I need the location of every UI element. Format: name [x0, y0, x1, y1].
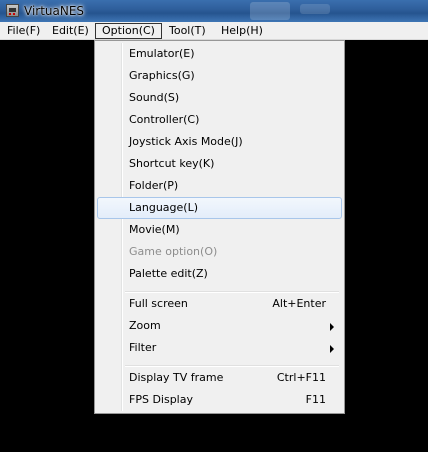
menu-item-full-screen[interactable]: Full screen Alt+Enter	[97, 293, 342, 315]
menu-item-label: Palette edit(Z)	[129, 267, 208, 280]
menu-item-label: Controller(C)	[129, 113, 200, 126]
menu-item-label: FPS Display	[129, 393, 193, 406]
menu-item-label: Display TV frame	[129, 371, 224, 384]
menu-item-shortcut: F11	[305, 393, 326, 406]
menu-item-game-option: Game option(O)	[97, 241, 342, 263]
title-bar[interactable]: VirtuaNES	[0, 0, 428, 22]
menu-file[interactable]: File(F)	[1, 23, 46, 39]
menu-item-label: Graphics(G)	[129, 69, 195, 82]
menu-item-controller[interactable]: Controller(C)	[97, 109, 342, 131]
menu-item-filter[interactable]: Filter	[97, 337, 342, 359]
menu-item-sound[interactable]: Sound(S)	[97, 87, 342, 109]
menu-item-display-tv-frame[interactable]: Display TV frame Ctrl+F11	[97, 367, 342, 389]
menu-edit[interactable]: Edit(E)	[46, 23, 95, 39]
menu-item-shortcut-key[interactable]: Shortcut key(K)	[97, 153, 342, 175]
menu-item-folder[interactable]: Folder(P)	[97, 175, 342, 197]
menu-item-label: Folder(P)	[129, 179, 179, 192]
menu-item-shortcut: Ctrl+F11	[276, 371, 326, 384]
menu-item-emulator[interactable]: Emulator(E)	[97, 43, 342, 65]
window-title: VirtuaNES	[24, 4, 85, 18]
option-dropdown-menu: Emulator(E) Graphics(G) Sound(S) Control…	[94, 40, 345, 414]
menu-item-label: Full screen	[129, 297, 188, 310]
menu-item-label: Zoom	[129, 319, 161, 332]
menu-item-label: Language(L)	[129, 201, 198, 214]
menu-option[interactable]: Option(C)	[95, 23, 162, 39]
menu-item-label: Movie(M)	[129, 223, 180, 236]
menu-item-label: Game option(O)	[129, 245, 218, 258]
menu-help[interactable]: Help(H)	[215, 23, 269, 39]
menu-tool[interactable]: Tool(T)	[163, 23, 212, 39]
menu-item-shortcut: Alt+Enter	[272, 297, 326, 310]
menu-item-fps-display[interactable]: FPS Display F11	[97, 389, 342, 411]
title-bar-glare	[250, 2, 290, 20]
menu-item-label: Sound(S)	[129, 91, 180, 104]
menu-item-label: Shortcut key(K)	[129, 157, 215, 170]
menu-item-zoom[interactable]: Zoom	[97, 315, 342, 337]
menu-item-palette-edit[interactable]: Palette edit(Z)	[97, 263, 342, 285]
submenu-arrow-icon	[330, 345, 334, 353]
menu-bar: File(F) Edit(E) Option(C) Tool(T) Help(H…	[0, 22, 428, 40]
menu-item-language[interactable]: Language(L)	[97, 197, 342, 219]
menu-item-graphics[interactable]: Graphics(G)	[97, 65, 342, 87]
nes-console-icon[interactable]	[6, 4, 19, 17]
menu-item-joystick-axis-mode[interactable]: Joystick Axis Mode(J)	[97, 131, 342, 153]
title-bar-glare-secondary	[300, 4, 330, 14]
submenu-arrow-icon	[330, 323, 334, 331]
menu-item-movie[interactable]: Movie(M)	[97, 219, 342, 241]
menu-item-label: Emulator(E)	[129, 47, 195, 60]
menu-item-label: Filter	[129, 341, 157, 354]
menu-item-label: Joystick Axis Mode(J)	[129, 135, 243, 148]
